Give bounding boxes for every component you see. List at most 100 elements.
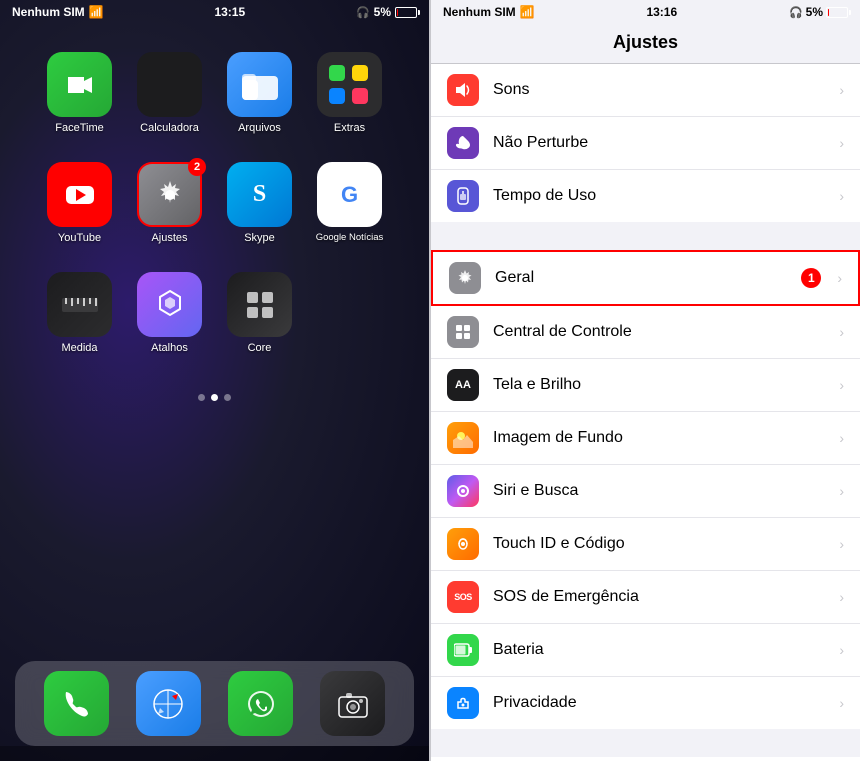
settings-group-1: Sons › Não Perturbe › Tempo de Uso › xyxy=(431,64,860,222)
app-gnoticias[interactable]: G Google Notícias xyxy=(305,154,395,264)
battery-percent-right: 5% xyxy=(806,5,823,19)
dock-phone[interactable] xyxy=(44,671,109,736)
battery-fill-right xyxy=(828,9,829,16)
battery-percent-left: 5% xyxy=(374,5,391,19)
sos-icon: SOS xyxy=(447,581,479,613)
gnoticias-label: Google Notícias xyxy=(316,232,384,243)
tela-icon: AA xyxy=(447,369,479,401)
central-icon xyxy=(447,316,479,348)
section-gap-1 xyxy=(431,222,860,250)
bateria-chevron: › xyxy=(839,642,844,658)
app-calculadora[interactable]: Calculadora xyxy=(125,44,215,154)
dot-1 xyxy=(198,394,205,401)
settings-tela[interactable]: AA Tela e Brilho › xyxy=(431,359,860,412)
gnoticias-icon: G xyxy=(317,162,382,227)
arquivos-icon xyxy=(227,52,292,117)
phone-icon xyxy=(44,671,109,736)
wifi-icon-right: 📶 xyxy=(520,5,535,19)
core-icon xyxy=(227,272,292,337)
arquivos-label: Arquivos xyxy=(238,122,281,134)
battery-bar-left xyxy=(395,7,417,18)
settings-touch[interactable]: Touch ID e Código › xyxy=(431,518,860,571)
tempo-chevron: › xyxy=(839,188,844,204)
dock-safari[interactable] xyxy=(136,671,201,736)
nao-perturbe-chevron: › xyxy=(839,135,844,151)
page-dots xyxy=(0,384,429,411)
wifi-icon-left: 📶 xyxy=(89,5,104,19)
tempo-icon xyxy=(447,180,479,212)
settings-itunes[interactable]: A iTunes e App Store › xyxy=(431,757,860,761)
carrier-info-left: Nenhum SIM 📶 xyxy=(12,5,104,19)
whatsapp-icon xyxy=(228,671,293,736)
central-chevron: › xyxy=(839,324,844,340)
app-atalhos[interactable]: Atalhos xyxy=(125,264,215,374)
sons-label: Sons xyxy=(493,81,831,99)
settings-title: Ajustes xyxy=(613,32,678,52)
tempo-label: Tempo de Uso xyxy=(493,187,831,205)
settings-geral[interactable]: Geral 1 › xyxy=(431,250,860,306)
app-youtube[interactable]: YouTube xyxy=(35,154,125,264)
dot-3 xyxy=(224,394,231,401)
privacidade-chevron: › xyxy=(839,695,844,711)
youtube-label: YouTube xyxy=(58,232,101,244)
settings-siri[interactable]: Siri e Busca › xyxy=(431,465,860,518)
sos-chevron: › xyxy=(839,589,844,605)
headphone-icon-right: 🎧 xyxy=(789,6,803,19)
app-core[interactable]: Core xyxy=(215,264,305,374)
app-extras[interactable]: Extras xyxy=(305,44,395,154)
facetime-label: FaceTime xyxy=(55,122,104,134)
settings-sons[interactable]: Sons › xyxy=(431,64,860,117)
siri-chevron: › xyxy=(839,483,844,499)
battery-bar-right xyxy=(826,7,848,18)
settings-group-3: A iTunes e App Store › Wallet e Apple Pa… xyxy=(431,757,860,761)
tela-chevron: › xyxy=(839,377,844,393)
atalhos-icon xyxy=(137,272,202,337)
sons-chevron: › xyxy=(839,82,844,98)
medida-icon xyxy=(47,272,112,337)
settings-central[interactable]: Central de Controle › xyxy=(431,306,860,359)
atalhos-label: Atalhos xyxy=(151,342,188,354)
right-panel: Nenhum SIM 📶 13:16 🎧 5% Ajustes Sons › xyxy=(431,0,860,761)
touch-icon xyxy=(447,528,479,560)
dock-whatsapp[interactable] xyxy=(228,671,293,736)
carrier-text-left: Nenhum SIM xyxy=(12,5,85,19)
bateria-label: Bateria xyxy=(493,641,831,659)
app-medida[interactable]: Medida xyxy=(35,264,125,374)
core-label: Core xyxy=(248,342,272,354)
settings-sos[interactable]: SOS SOS de Emergência › xyxy=(431,571,860,624)
battery-fill-left xyxy=(397,9,398,16)
central-label: Central de Controle xyxy=(493,323,831,341)
battery-left: 🎧 5% xyxy=(356,5,417,19)
medida-label: Medida xyxy=(61,342,97,354)
geral-label: Geral xyxy=(495,269,801,287)
imagem-icon xyxy=(447,422,479,454)
status-bar-right: Nenhum SIM 📶 13:16 🎧 5% xyxy=(431,0,860,24)
headphone-icon: 🎧 xyxy=(356,6,370,19)
app-arquivos[interactable]: Arquivos xyxy=(215,44,305,154)
sos-label: SOS de Emergência xyxy=(493,588,831,606)
dock-camera[interactable] xyxy=(320,671,385,736)
siri-icon xyxy=(447,475,479,507)
app-facetime[interactable]: FaceTime xyxy=(35,44,125,154)
imagem-chevron: › xyxy=(839,430,844,446)
settings-tempo[interactable]: Tempo de Uso › xyxy=(431,170,860,222)
app-ajustes[interactable]: 2 Ajustes xyxy=(125,154,215,264)
geral-icon xyxy=(449,262,481,294)
settings-imagem[interactable]: Imagem de Fundo › xyxy=(431,412,860,465)
left-panel: Nenhum SIM 📶 13:15 🎧 5% FaceTime xyxy=(0,0,429,761)
app-skype[interactable]: S Skype xyxy=(215,154,305,264)
privacidade-icon xyxy=(447,687,479,719)
settings-bateria[interactable]: Bateria › xyxy=(431,624,860,677)
settings-privacidade[interactable]: Privacidade › xyxy=(431,677,860,729)
ajustes-label: Ajustes xyxy=(151,232,187,244)
sons-icon xyxy=(447,74,479,106)
privacidade-label: Privacidade xyxy=(493,694,831,712)
imagem-label: Imagem de Fundo xyxy=(493,429,831,447)
touch-label: Touch ID e Código xyxy=(493,535,831,553)
settings-nao-perturbe[interactable]: Não Perturbe › xyxy=(431,117,860,170)
battery-right: 🎧 5% xyxy=(789,5,848,19)
ajustes-badge: 2 xyxy=(188,158,206,176)
section-gap-2 xyxy=(431,729,860,757)
settings-header: Ajustes xyxy=(431,24,860,64)
dock xyxy=(15,661,414,746)
